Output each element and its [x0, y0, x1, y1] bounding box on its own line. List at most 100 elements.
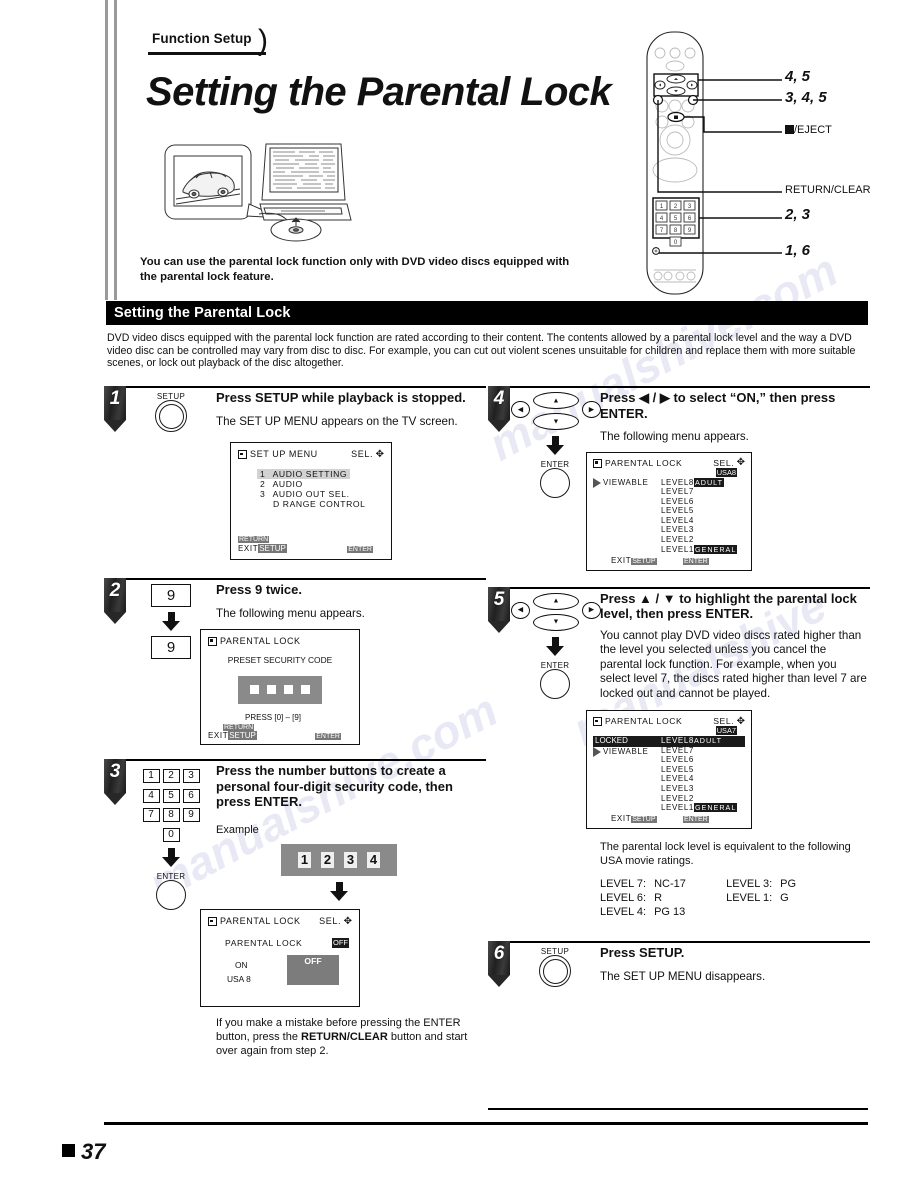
dpad-down: ▼ — [533, 613, 579, 631]
key-1: 1 — [142, 769, 160, 783]
code-cell — [284, 685, 293, 695]
page-number: 37 — [62, 1139, 105, 1165]
osd-menu-row-2: 2 AUDIO — [257, 479, 391, 489]
breadcrumb: Function Setup ) — [148, 26, 268, 56]
remote-callout-2-3: 2, 3 — [785, 206, 811, 223]
breadcrumb-paren-icon: ) — [258, 24, 268, 57]
osd-menu-row-3: 3 AUDIO OUT SEL. — [257, 489, 391, 499]
dpad-right: ▶ — [582, 401, 601, 418]
osd-return-tag: RETURN — [223, 724, 255, 731]
page-title: Setting the Parental Lock — [146, 70, 612, 114]
osd-menu-row-3-label: AUDIO OUT SEL. — [272, 488, 350, 499]
osd-level-6: LEVEL6 — [661, 496, 694, 506]
step-3-number: 3 — [109, 761, 121, 782]
osd-parental-lock-title: PARENTAL LOCK — [220, 636, 301, 646]
osd-locked-label: LOCKED — [595, 736, 628, 745]
step-3: 3 123 456 789 0 ENTER Press the number b… — [104, 759, 486, 1058]
step-3-badge: 3 — [104, 759, 126, 805]
step-2-sub: The following menu appears. — [216, 606, 365, 620]
osd-general-tag: GENERAL — [693, 544, 738, 554]
mistake-text-bold: RETURN/CLEAR — [301, 1030, 388, 1043]
osd-menu-row-1-num: 1 — [260, 468, 266, 479]
osd-menu-row-4-label: D RANGE CONTROL — [273, 498, 366, 509]
page-number-value: 37 — [81, 1139, 106, 1164]
breadcrumb-underline — [148, 52, 266, 55]
step-6-heading: Press SETUP. — [600, 945, 685, 961]
intro-note: You can use the parental lock function o… — [140, 256, 570, 283]
table-row: LEVEL 4: PG 13 — [600, 905, 796, 919]
osd-setup-tag: SETUP — [258, 544, 287, 553]
steps-column-left: 1 SETUP Press SETUP while playback is st… — [104, 386, 486, 1058]
osd-disc-icon — [208, 637, 217, 647]
example-digit-3: 3 — [344, 852, 357, 869]
key-7: 7 — [142, 808, 160, 822]
step-1-badge: 1 — [104, 386, 126, 432]
osd-state-label: VIEWABLE — [603, 747, 649, 757]
osd-state-label: VIEWABLE — [603, 477, 649, 487]
dpad-cross-icon: ✥ — [736, 715, 745, 727]
osd-usa-tag: USA8 — [715, 467, 737, 477]
osd-sel-label: SEL. — [319, 916, 342, 927]
step-6-button-graphic: SETUP — [510, 943, 600, 988]
ratings-table: LEVEL 7: NC-17 LEVEL 3: PG LEVEL 6: R LE… — [600, 877, 796, 919]
remote-callout-eject: /EJECT — [785, 124, 832, 136]
rating-left-value-1: NC-17 — [654, 878, 686, 891]
remote-callout-eject-label: /EJECT — [794, 124, 832, 136]
osd-disc-icon — [593, 717, 602, 727]
left-edge-bar-1 — [105, 0, 108, 300]
osd-exit-label: EXIT — [611, 555, 632, 565]
illustration-tv-dvd-player — [163, 142, 363, 247]
step-3-heading: Press the number buttons to create a per… — [216, 763, 453, 809]
step-2-heading: Press 9 twice. — [216, 582, 302, 597]
rating-right-value-3 — [772, 905, 796, 919]
down-arrow-icon — [329, 882, 373, 902]
dpad-left: ◀ — [511, 601, 530, 619]
selection-arrow-icon — [593, 747, 601, 757]
rating-right-level-2: LEVEL 1: — [726, 892, 773, 905]
section-header: Setting the Parental Lock — [106, 301, 868, 325]
step-2: 2 9 9 Press 9 twice. The following menu … — [104, 578, 486, 759]
key-9: 9 — [182, 808, 200, 822]
osd-adult-tag: ADULT — [693, 477, 724, 487]
osd-level-list-locked: PARENTAL LOCK SEL. ✥ USA7 LOCKED VIEWABL… — [586, 710, 752, 829]
osd-press-hint: PRESS [0] – [9] — [245, 713, 302, 722]
remote-callout-4-5: 4, 5 — [785, 68, 811, 85]
osd-level-3: LEVEL3 — [661, 783, 694, 793]
key-0: 0 — [162, 827, 180, 842]
step-1-number: 1 — [109, 388, 121, 409]
osd-menu-row-3-num: 3 — [260, 488, 266, 499]
numeric-keypad-icon: 123 456 789 0 — [137, 765, 205, 843]
osd-row-label: PARENTAL LOCK — [225, 937, 303, 948]
stop-square-icon — [785, 125, 794, 134]
step-4-badge: 4 — [488, 386, 510, 432]
osd-level-7: LEVEL7 — [661, 745, 694, 755]
osd-level-7: LEVEL7 — [661, 487, 694, 497]
step-5-badge: 5 — [488, 586, 510, 633]
osd-level-4: LEVEL4 — [661, 774, 694, 784]
osd-row-value: OFF — [332, 937, 349, 948]
dpad-icon: ▲ ▼ ◀ ▶ — [511, 592, 601, 631]
steps-column-right: 4 ▲ ▼ ◀ ▶ ENTER Press ◀ / ▶ to select “O… — [488, 386, 870, 988]
osd-setup-menu: SET UP MENU SEL. ✥ 1 AUDIO SETTING 2 AUD… — [230, 442, 392, 560]
step-4-heading: Press ◀ / ▶ to select “ON,” then press E… — [600, 390, 836, 421]
osd-level-list-viewable: PARENTAL LOCK SEL. ✥ USA8 VIEWABLE LEVEL… — [586, 451, 752, 571]
example-digit-2: 2 — [321, 852, 334, 869]
rating-left-value-2: R — [654, 892, 663, 905]
dpad-left: ◀ — [511, 401, 530, 418]
osd-level-1: LEVEL1 — [661, 544, 694, 554]
step-2-number: 2 — [109, 580, 121, 601]
step-3-mistake-note: If you make a mistake before pressing th… — [216, 1017, 486, 1058]
dpad-down: ▼ — [533, 413, 579, 430]
osd-menu-row-1: 1 AUDIO SETTING — [257, 468, 351, 479]
step-6-number: 6 — [493, 943, 505, 965]
key-4: 4 — [142, 788, 160, 803]
code-cell — [250, 685, 259, 695]
key-9-top: 9 — [151, 584, 191, 607]
key-3: 3 — [182, 769, 200, 783]
osd-usa-tag: USA7 — [715, 726, 737, 735]
osd-setup-menu-title: SET UP MENU — [250, 449, 318, 460]
step-6: 6 SETUP Press SETUP. The SET UP MENU dis… — [488, 941, 870, 988]
step-2-badge: 2 — [104, 578, 126, 624]
step-1-sub: The SET UP MENU appears on the TV screen… — [216, 414, 458, 428]
osd-general-tag: GENERAL — [693, 803, 738, 813]
